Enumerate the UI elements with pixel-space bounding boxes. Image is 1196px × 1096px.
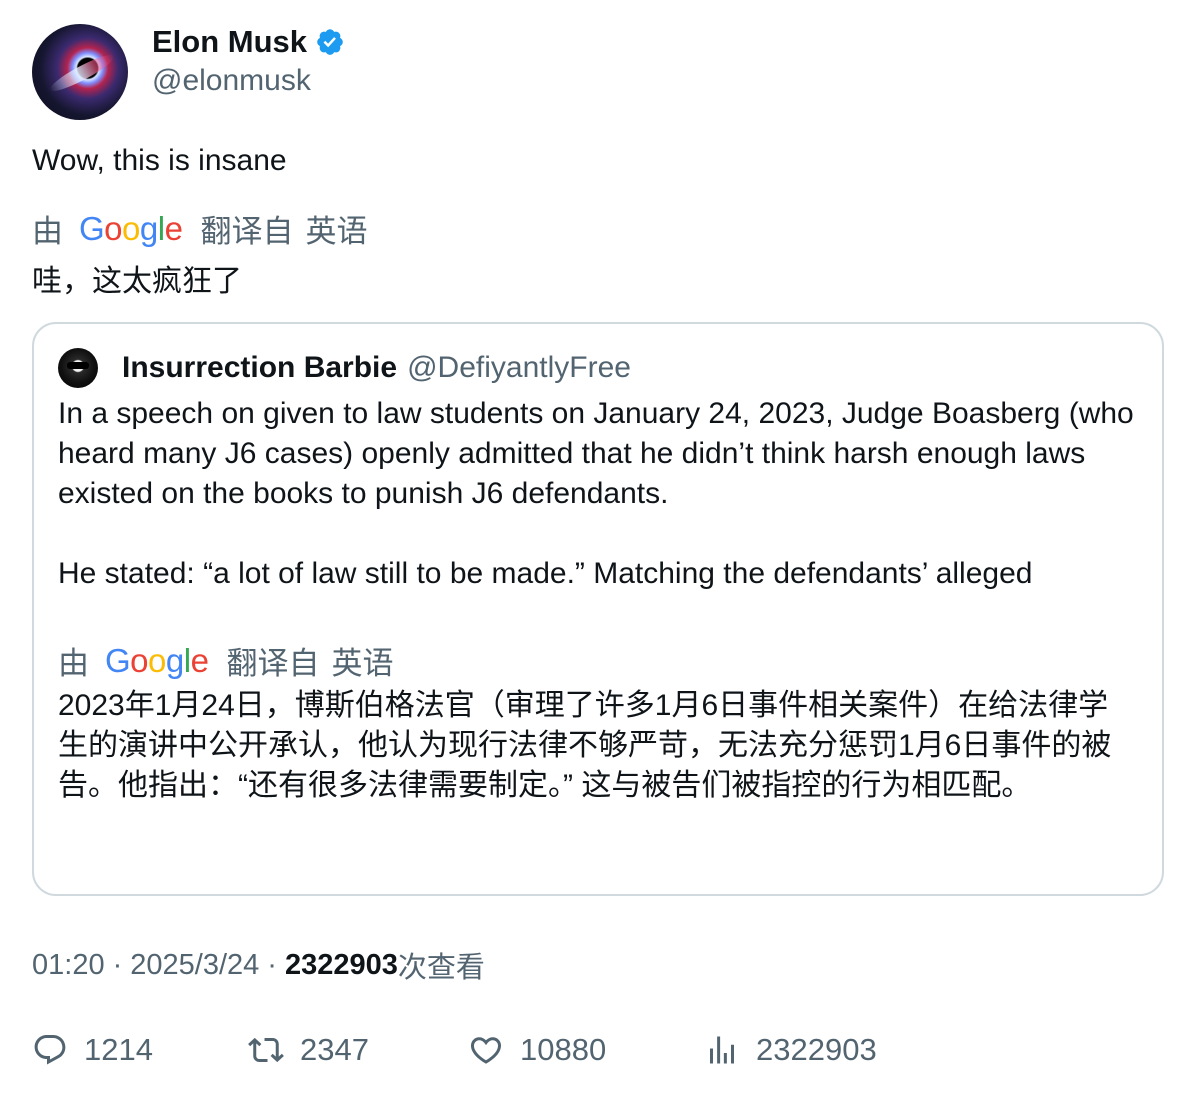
retweet-icon <box>248 1037 284 1063</box>
like-button[interactable]: 10880 <box>468 1028 606 1072</box>
views-action-count: 2322903 <box>756 1032 877 1067</box>
tweet-text: Wow, this is insane <box>32 144 287 177</box>
tweet-date[interactable]: 2025/3/24 <box>130 949 259 982</box>
author-handle[interactable]: @elonmusk <box>152 64 345 98</box>
quoted-avatar <box>58 348 98 388</box>
reply-count: 1214 <box>84 1032 153 1067</box>
tweet-time[interactable]: 01:20 <box>32 949 105 982</box>
like-count: 10880 <box>520 1032 607 1067</box>
verified-badge-icon[interactable] <box>315 27 345 57</box>
meta-separator: · <box>112 948 123 981</box>
meta-separator: · <box>267 948 277 981</box>
quoted-handle: @DefiyantlyFree <box>407 351 631 384</box>
quoted-google-logo: Google <box>105 641 209 679</box>
reply-button[interactable]: 1214 <box>32 1028 153 1072</box>
quoted-paragraph-1: In a speech on given to law students on … <box>58 397 1134 510</box>
views-count: 2322903 <box>284 948 398 981</box>
avatar[interactable] <box>32 24 128 120</box>
translation-attribution: 由 Google 翻译自 英语 <box>32 206 367 251</box>
analytics-icon <box>710 1036 734 1064</box>
views-button[interactable]: 2322903 <box>704 1028 877 1072</box>
author-display-name[interactable]: Elon Musk <box>152 24 307 60</box>
views-label: 次查看 <box>397 952 485 984</box>
quoted-paragraph-2: He stated: “a lot of law still to be mad… <box>58 557 1033 590</box>
reply-icon <box>34 1035 66 1065</box>
heart-icon <box>470 1037 502 1064</box>
quoted-translation-attribution: 由 Google 翻译自 英语 <box>58 638 393 683</box>
quoted-translated-text: 2023年1月24日，博斯伯格法官（审理了许多1月6日事件相关案件）在给法律学生… <box>58 689 1112 802</box>
quoted-translated-from-label: 翻译自 <box>226 646 320 681</box>
google-logo: Google <box>79 209 183 247</box>
tweet-author: Elon Musk @elonmusk <box>32 24 345 120</box>
name-row: Elon Musk <box>152 24 345 60</box>
quoted-translated-by-label: 由 <box>58 646 89 681</box>
quoted-source-language: 英语 <box>331 646 394 681</box>
author-names: Elon Musk @elonmusk <box>152 24 345 98</box>
action-bar: 1214 2347 10880 2322903 <box>32 1028 1164 1072</box>
tweet-meta: 01:20 · 2025/3/24 · 2322903 次查看 <box>32 944 485 986</box>
quoted-tweet-header: Insurrection Barbie @DefiyantlyFree <box>58 348 631 388</box>
retweet-count: 2347 <box>300 1032 369 1067</box>
translated-from-label: 翻译自 <box>200 214 294 249</box>
quoted-tweet-body: In a speech on given to law students on … <box>58 394 1148 594</box>
retweet-button[interactable]: 2347 <box>248 1028 369 1072</box>
source-language: 英语 <box>305 214 368 249</box>
translated-tweet-text: 哇，这太疯狂了 <box>32 265 242 298</box>
quoted-tweet-card[interactable]: Insurrection Barbie @DefiyantlyFree In a… <box>32 322 1164 896</box>
translated-by-label: 由 <box>32 214 63 249</box>
quoted-display-name: Insurrection Barbie <box>122 351 398 384</box>
